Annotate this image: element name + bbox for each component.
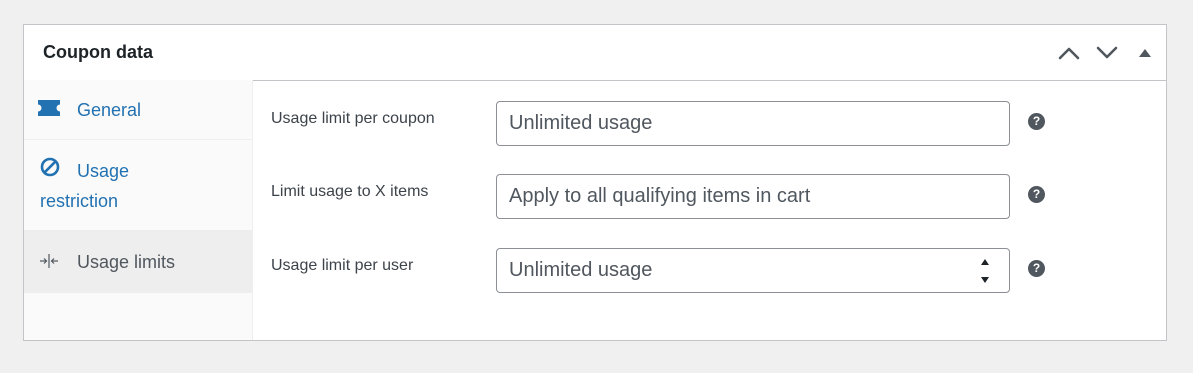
usage-limit-per-user-help-icon[interactable]: ? [1028, 260, 1045, 277]
arrows-in-icon [40, 254, 58, 268]
stepper-down-button[interactable] [978, 271, 992, 289]
stepper-up-button[interactable] [978, 253, 992, 271]
usage-limit-per-user-input[interactable] [496, 248, 1010, 293]
triangle-up-icon [981, 258, 989, 265]
tab-usage-restriction-label-line1: Usage [77, 161, 130, 181]
usage-limit-per-user-label: Usage limit per user [271, 257, 414, 274]
chevron-down-icon [1096, 46, 1118, 59]
tab-usage-limits-label: Usage limits [77, 252, 176, 272]
tab-usage-limits[interactable]: Usage limits [24, 231, 252, 293]
usage-limits-fields: Usage limit per coupon ? Limit usage to … [253, 80, 1166, 340]
usage-limit-per-coupon-input[interactable] [496, 101, 1010, 146]
tab-general[interactable]: General [24, 80, 252, 140]
toggle-panel-button[interactable] [1130, 38, 1160, 68]
move-up-button[interactable] [1054, 38, 1084, 68]
coupon-data-panel: Coupon data General Usage restriction Us… [23, 24, 1167, 341]
panel-header: Coupon data [24, 25, 1166, 81]
usage-limit-per-coupon-help-icon[interactable]: ? [1028, 113, 1045, 130]
tab-usage-restriction[interactable]: Usage restriction [24, 140, 252, 231]
limit-usage-to-x-items-help-icon[interactable]: ? [1028, 186, 1045, 203]
usage-limit-per-user-stepper[interactable] [974, 249, 996, 292]
limit-usage-to-x-items-label: Limit usage to X items [271, 183, 429, 200]
usage-limit-per-coupon-label: Usage limit per coupon [271, 110, 435, 127]
chevron-up-icon [1058, 47, 1080, 60]
ticket-icon [38, 100, 60, 116]
triangle-down-icon [981, 276, 989, 283]
tab-usage-restriction-label-line2: restriction [40, 191, 119, 211]
limit-usage-to-x-items-input[interactable] [496, 174, 1010, 219]
triangle-up-icon [1139, 49, 1151, 57]
tab-general-label: General [77, 100, 142, 120]
block-icon [40, 157, 60, 177]
panel-title: Coupon data [43, 42, 153, 62]
coupon-tabs: General Usage restriction Usage limits [24, 80, 253, 340]
coupon-options-panel: General Usage restriction Usage limits U… [24, 80, 1166, 340]
move-down-button[interactable] [1092, 38, 1122, 68]
